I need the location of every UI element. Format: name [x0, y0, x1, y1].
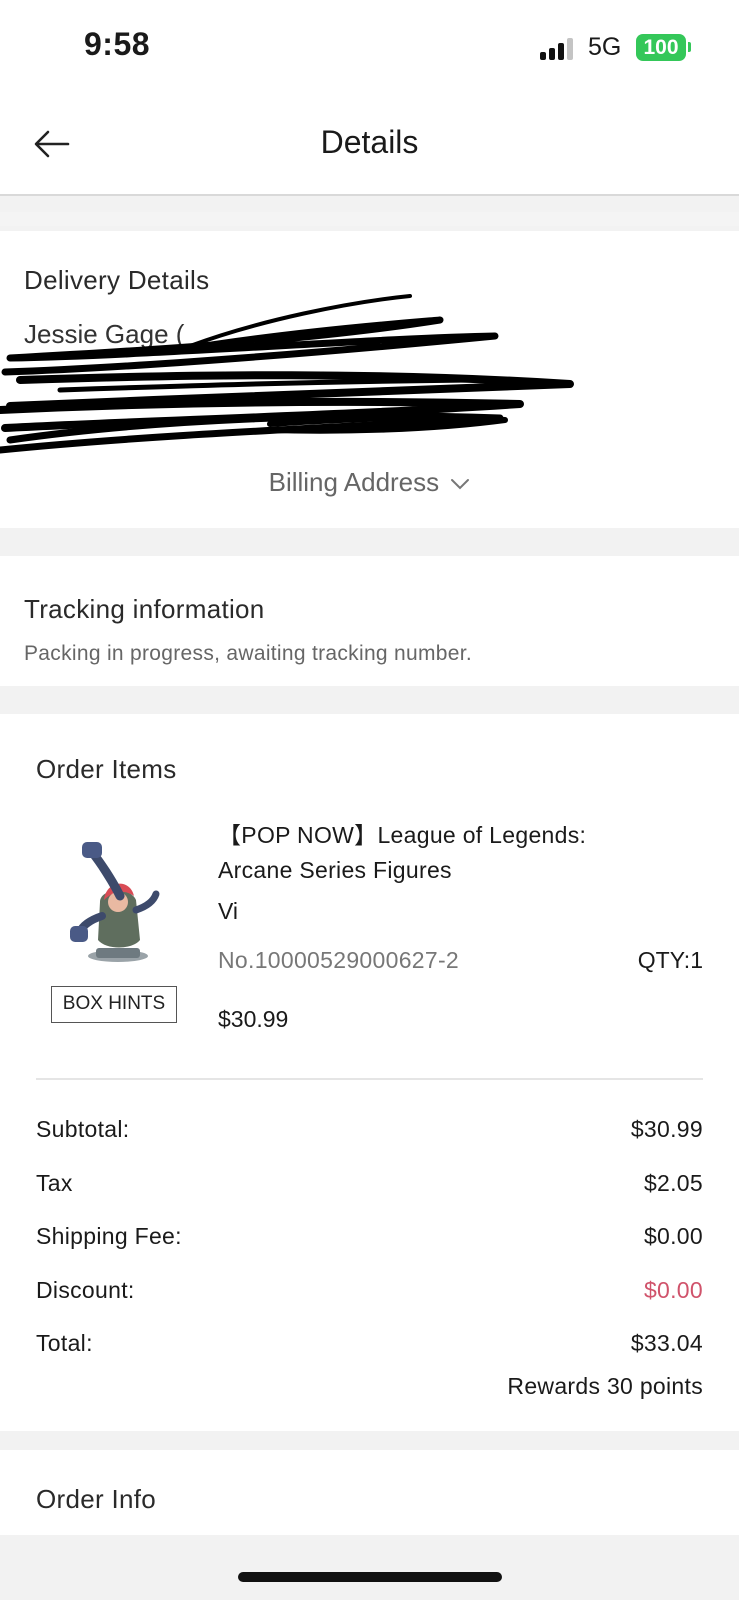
top-spacer [0, 212, 739, 226]
box-hints-button[interactable]: BOX HINTS [51, 986, 177, 1023]
items-divider [36, 1078, 703, 1080]
status-time: 9:58 [84, 26, 151, 62]
network-type: 5G [588, 33, 622, 61]
cellular-signal-icon [540, 36, 578, 60]
product-variant: Vi [218, 898, 239, 924]
product-name[interactable]: 【POP NOW】League of Legends: Arcane Serie… [218, 818, 586, 888]
status-bar: 9:58 5G 100 [0, 0, 739, 96]
tax-label: Tax [36, 1170, 73, 1196]
order-items-title: Order Items [36, 754, 177, 784]
shipping-fee-value: $0.00 [643, 1223, 703, 1249]
chevron-down-icon [451, 479, 470, 490]
tracking-status: Packing in progress, awaiting tracking n… [24, 642, 473, 665]
tracking-title: Tracking information [24, 594, 265, 624]
page-title: Details [320, 124, 419, 160]
billing-address-label: Billing Address [268, 467, 440, 497]
subtotal-value: $30.99 [630, 1116, 703, 1142]
navigation-bar: Details [0, 96, 739, 196]
order-info-card[interactable]: Order Info [0, 1450, 739, 1535]
shipping-fee-label: Shipping Fee: [36, 1223, 182, 1249]
battery-icon: 100 [636, 34, 686, 61]
billing-address-toggle[interactable]: Billing Address [0, 467, 739, 498]
product-quantity: QTY:1 [637, 947, 703, 973]
discount-value: $0.00 [643, 1277, 703, 1303]
subtotal-label: Subtotal: [36, 1116, 130, 1142]
rewards-points: Rewards 30 points [507, 1373, 703, 1399]
redaction-scribble [0, 294, 574, 454]
product-price: $30.99 [218, 1006, 289, 1032]
order-info-title: Order Info [36, 1484, 157, 1514]
total-label: Total: [36, 1330, 93, 1356]
tracking-card: Tracking information Packing in progress… [0, 556, 739, 686]
product-image[interactable] [60, 840, 170, 970]
tax-value: $2.05 [643, 1170, 703, 1196]
product-sku: No.10000529000627-2 [218, 947, 460, 973]
total-value: $33.04 [630, 1330, 703, 1356]
home-indicator-area [0, 1535, 739, 1600]
product-name-line2: Arcane Series Figures [218, 857, 452, 883]
discount-label: Discount: [36, 1277, 135, 1303]
home-indicator[interactable] [238, 1572, 502, 1582]
product-name-line1: 【POP NOW】League of Legends: [218, 822, 587, 848]
battery-tip [688, 42, 691, 52]
